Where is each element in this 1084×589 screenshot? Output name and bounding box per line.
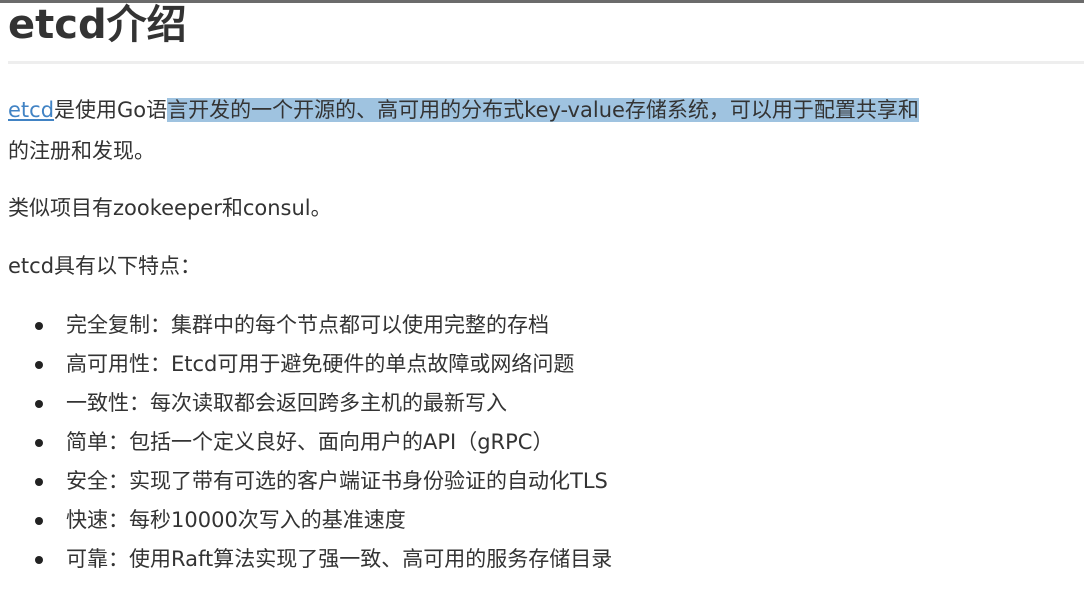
features-heading: etcd具有以下特点： [8,254,202,278]
bullet-icon [35,322,43,330]
list-item: 完全复制：集群中的每个节点都可以使用完整的存档 [0,306,612,345]
list-item: 简单：包括一个定义良好、面向用户的API（gRPC） [0,423,612,462]
intro-text: 是使用Go语 [54,98,168,122]
list-item: 快速：每秒10000次写入的基准速度 [0,501,612,540]
feature-text: 可靠：使用Raft算法实现了强一致、高可用的服务存储目录 [66,547,613,571]
bullet-icon [35,400,43,408]
features-list: 完全复制：集群中的每个节点都可以使用完整的存档 高可用性：Etcd可用于避免硬件… [0,306,612,579]
list-item: 高可用性：Etcd可用于避免硬件的单点故障或网络问题 [0,345,612,384]
list-item: 一致性：每次读取都会返回跨多主机的最新写入 [0,384,612,423]
intro-selected-text[interactable]: 言开发的一个开源的、高可用的分布式key-value存储系统，可以用于配置共享和 [167,98,919,122]
document-page: etcd介绍 etcd是使用Go语言开发的一个开源的、高可用的分布式key-va… [0,0,1084,589]
bullet-icon [35,361,43,369]
list-item: 可靠：使用Raft算法实现了强一致、高可用的服务存储目录 [0,540,612,579]
etcd-link[interactable]: etcd [8,98,54,122]
page-title: etcd介绍 [8,2,187,48]
similar-projects-paragraph: 类似项目有zookeeper和consul。 [8,196,332,220]
feature-text: 高可用性：Etcd可用于避免硬件的单点故障或网络问题 [66,352,575,376]
feature-text: 安全：实现了带有可选的客户端证书身份验证的自动化TLS [66,469,608,493]
feature-text: 简单：包括一个定义良好、面向用户的API（gRPC） [66,430,554,454]
feature-text: 一致性：每次读取都会返回跨多主机的最新写入 [66,391,507,415]
bullet-icon [35,556,43,564]
bullet-icon [35,439,43,447]
title-divider [8,61,1084,64]
feature-text: 完全复制：集群中的每个节点都可以使用完整的存档 [66,313,549,337]
intro-paragraph: etcd是使用Go语言开发的一个开源的、高可用的分布式key-value存储系统… [8,89,919,131]
feature-text: 快速：每秒10000次写入的基准速度 [66,508,406,532]
bullet-icon [35,478,43,486]
intro-paragraph-continuation: 的注册和发现。 [8,139,155,163]
bullet-icon [35,517,43,525]
list-item: 安全：实现了带有可选的客户端证书身份验证的自动化TLS [0,462,612,501]
